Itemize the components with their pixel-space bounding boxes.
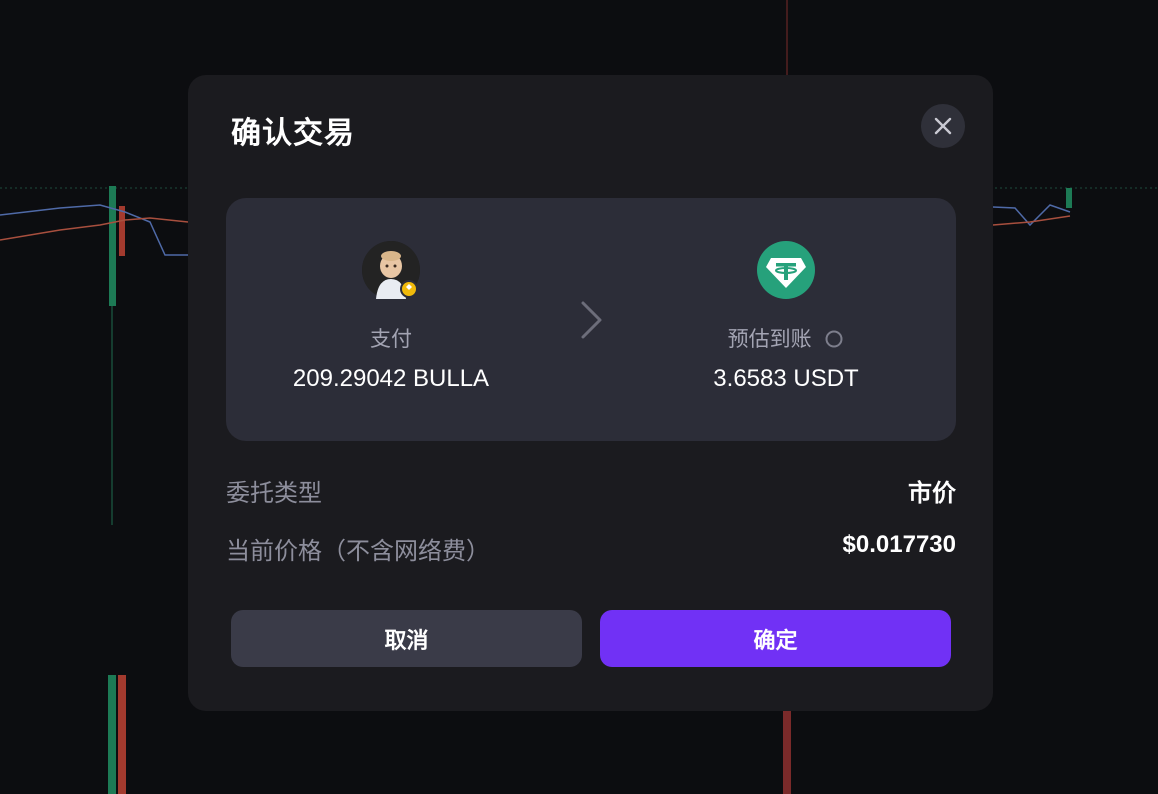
receive-amount: 3.6583 USDT bbox=[713, 365, 859, 392]
confirm-button[interactable]: 确定 bbox=[600, 610, 951, 667]
close-button[interactable] bbox=[921, 104, 965, 148]
close-icon bbox=[934, 117, 952, 135]
bulla-token-avatar bbox=[362, 241, 420, 299]
pay-amount: 209.29042 BULLA bbox=[292, 365, 490, 392]
estimate-info-icon[interactable] bbox=[824, 329, 844, 349]
order-type-value: 市价 bbox=[908, 480, 956, 507]
pay-label: 支付 bbox=[370, 327, 412, 351]
current-price-row: 当前价格（不含网络费） $0.017730 bbox=[226, 531, 956, 567]
receive-side: 预估到账 3.6583 USDT bbox=[621, 198, 951, 441]
current-price-value: $0.017730 bbox=[842, 531, 956, 558]
dialog-title: 确认交易 bbox=[231, 116, 355, 151]
order-type-label: 委托类型 bbox=[226, 479, 322, 507]
pay-side: 支付 209.29042 BULLA bbox=[226, 198, 556, 441]
bulla-avatar-icon bbox=[362, 241, 420, 299]
receive-label: 预估到账 bbox=[727, 327, 812, 351]
swap-summary-card: 支付 209.29042 BULLA 预估到账 3.6583 USDT bbox=[226, 198, 956, 441]
current-price-label: 当前价格（不含网络费） bbox=[226, 537, 490, 565]
receive-label-row: 预估到账 bbox=[621, 323, 951, 353]
confirm-trade-dialog: 确认交易 支付 209.29042 BULLA 预估到账 3.6583 USDT… bbox=[188, 75, 993, 711]
usdt-tether-icon bbox=[757, 241, 815, 299]
chevron-right-icon bbox=[581, 301, 602, 339]
order-type-row: 委托类型 市价 bbox=[226, 473, 956, 509]
tether-icon bbox=[757, 241, 815, 299]
cancel-button[interactable]: 取消 bbox=[231, 610, 582, 667]
